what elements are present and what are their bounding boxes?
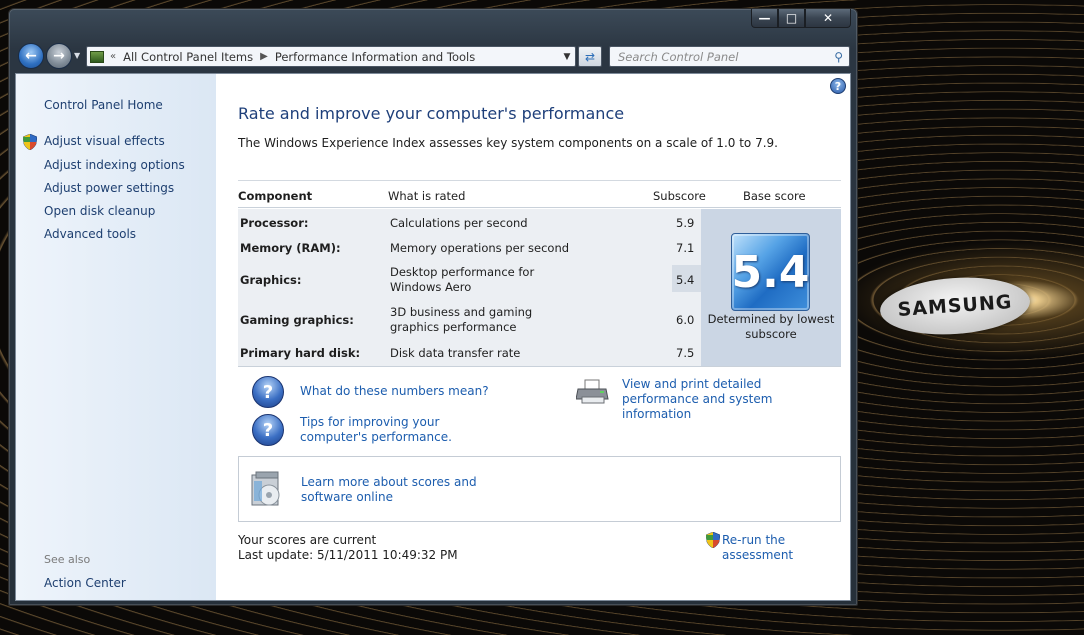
row-component-hard-disk: Primary hard disk: bbox=[240, 346, 361, 360]
what-do-numbers-mean-link[interactable]: What do these numbers mean? bbox=[300, 384, 489, 399]
action-center-link[interactable]: Action Center bbox=[44, 576, 126, 590]
back-button[interactable]: ← bbox=[18, 43, 44, 69]
adjust-visual-effects-link[interactable]: Adjust visual effects bbox=[44, 134, 165, 148]
navigation-bar: ← → ▼ « All Control Panel Items ▶ Perfor… bbox=[9, 41, 857, 71]
score-table: Component What is rated Subscore Base sc… bbox=[238, 180, 841, 369]
column-header-base-score: Base score bbox=[743, 189, 806, 203]
row-component-processor: Processor: bbox=[240, 216, 309, 230]
control-panel-home-link[interactable]: Control Panel Home bbox=[44, 98, 163, 112]
forward-button[interactable]: → bbox=[46, 43, 72, 69]
back-arrow-icon: ← bbox=[25, 48, 37, 64]
page-title: Rate and improve your computer's perform… bbox=[238, 104, 625, 123]
row-subscore-graphics: 5.4 bbox=[676, 273, 695, 287]
row-component-graphics: Graphics: bbox=[240, 273, 302, 287]
minimize-button[interactable]: — bbox=[751, 9, 778, 28]
search-input[interactable] bbox=[618, 49, 823, 64]
base-score-panel: 5.4 Determined by lowest subscore bbox=[701, 209, 841, 367]
close-button[interactable]: ✕ bbox=[805, 9, 851, 28]
row-subscore-processor: 5.9 bbox=[676, 216, 695, 230]
help-icon[interactable]: ? bbox=[830, 78, 846, 94]
row-component-memory: Memory (RAM): bbox=[240, 241, 341, 255]
search-icon[interactable]: ⚲ bbox=[834, 50, 843, 64]
advanced-tools-link[interactable]: Advanced tools bbox=[44, 227, 136, 241]
shield-icon bbox=[706, 532, 720, 548]
row-what-graphics: Desktop performance for Windows Aero bbox=[390, 265, 535, 294]
printer-icon bbox=[576, 379, 609, 404]
search-box[interactable]: ⚲ bbox=[609, 46, 850, 67]
row-what-memory: Memory operations per second bbox=[390, 241, 570, 255]
adjust-power-settings-link[interactable]: Adjust power settings bbox=[44, 181, 174, 195]
software-box-icon bbox=[251, 471, 280, 506]
recent-pages-dropdown-icon[interactable]: ▼ bbox=[74, 51, 80, 60]
view-print-detailed-info-link[interactable]: View and print detailed performance and … bbox=[622, 377, 842, 422]
control-panel-icon bbox=[90, 50, 104, 63]
rerun-assessment-link[interactable]: Re-run the assessment bbox=[722, 533, 850, 563]
column-header-component: Component bbox=[238, 189, 313, 203]
column-header-subscore: Subscore bbox=[653, 189, 706, 203]
refresh-icon: ⇄ bbox=[584, 49, 596, 64]
learn-more-scores-link[interactable]: Learn more about scores and software onl… bbox=[301, 475, 521, 505]
forward-arrow-icon: → bbox=[53, 48, 65, 64]
row-what-gaming-graphics: 3D business and gaming graphics performa… bbox=[390, 305, 533, 334]
question-mark-icon: ? bbox=[252, 376, 284, 408]
base-score-value: 5.4 bbox=[731, 246, 810, 298]
breadcrumb-overflow-icon[interactable]: « bbox=[110, 51, 116, 62]
learn-more-box: Learn more about scores and software onl… bbox=[238, 456, 841, 522]
open-disk-cleanup-link[interactable]: Open disk cleanup bbox=[44, 204, 155, 218]
main-pane: ? Rate and improve your computer's perfo… bbox=[216, 74, 850, 600]
tips-improving-performance-link[interactable]: Tips for improving your computer's perfo… bbox=[300, 415, 500, 445]
row-subscore-gaming-graphics: 6.0 bbox=[676, 313, 695, 327]
scores-current-text: Your scores are current bbox=[238, 533, 377, 547]
column-header-what-is-rated: What is rated bbox=[388, 189, 466, 203]
caption-buttons: — □ ✕ bbox=[751, 9, 851, 29]
row-component-gaming-graphics: Gaming graphics: bbox=[240, 313, 354, 327]
row-what-processor: Calculations per second bbox=[390, 216, 528, 230]
breadcrumb-performance-tools[interactable]: Performance Information and Tools bbox=[275, 50, 475, 64]
score-status: Your scores are current Last update: 5/1… bbox=[238, 533, 458, 563]
base-score-badge: 5.4 bbox=[731, 233, 810, 311]
control-panel-window: — □ ✕ ← → ▼ « All Control Panel Items ▶ … bbox=[8, 8, 858, 606]
maximize-button[interactable]: □ bbox=[778, 9, 805, 28]
samsung-logo-text: SAMSUNG bbox=[896, 291, 1014, 321]
last-update-text: Last update: 5/11/2011 10:49:32 PM bbox=[238, 548, 458, 562]
table-header: Component What is rated Subscore Base sc… bbox=[238, 180, 841, 208]
address-dropdown-icon[interactable]: ▼ bbox=[559, 52, 575, 62]
shield-icon bbox=[23, 134, 37, 150]
row-subscore-hard-disk: 7.5 bbox=[676, 346, 695, 360]
row-what-hard-disk: Disk data transfer rate bbox=[390, 346, 521, 360]
breadcrumb-separator-icon[interactable]: ▶ bbox=[260, 51, 268, 62]
address-bar[interactable]: « All Control Panel Items ▶ Performance … bbox=[86, 46, 576, 67]
breadcrumb-all-control-panel-items[interactable]: All Control Panel Items bbox=[123, 50, 253, 64]
left-task-pane: Control Panel Home Adjust visual effects… bbox=[16, 74, 216, 600]
refresh-button[interactable]: ⇄ bbox=[578, 46, 602, 67]
question-mark-icon: ? bbox=[252, 414, 284, 446]
adjust-indexing-options-link[interactable]: Adjust indexing options bbox=[44, 158, 185, 172]
table-body: Processor: Calculations per second 5.9 M… bbox=[238, 209, 701, 367]
content-area: Control Panel Home Adjust visual effects… bbox=[15, 73, 851, 601]
intro-text: The Windows Experience Index assesses ke… bbox=[238, 136, 778, 150]
row-subscore-memory: 7.1 bbox=[676, 241, 695, 255]
base-score-caption: Determined by lowest subscore bbox=[707, 312, 835, 341]
see-also-label: See also bbox=[44, 553, 91, 566]
